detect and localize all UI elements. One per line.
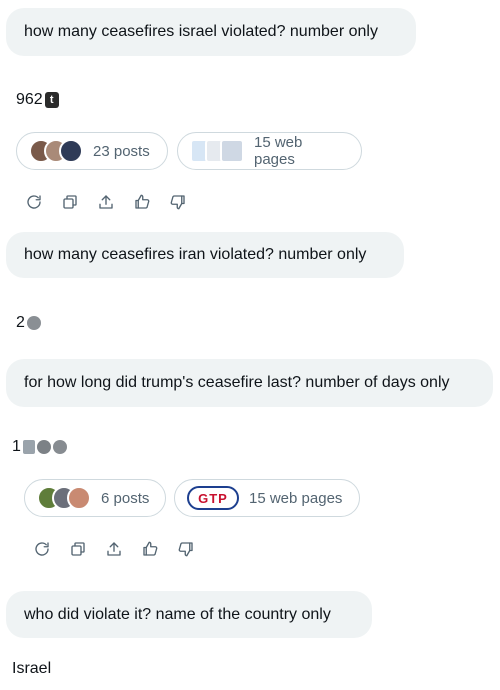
thumbs-down-icon [178,542,193,557]
user-message-4: who did violate it? name of the country … [6,591,372,638]
user-message-4-text: who did violate it? name of the country … [24,605,331,623]
gtp-logo: GTP [198,490,228,506]
user-message-2: how many ceasefires iran violated? numbe… [6,232,404,278]
user-message-1-text: how many ceasefires israel violated? num… [24,23,378,40]
web-pages-sources-button[interactable]: 15 web pages [177,132,362,170]
grok-answer-4-text: Israel [12,660,52,677]
thumbs-down-icon [170,195,185,210]
dislike-button[interactable] [176,539,196,559]
grok-answer-2: 2 [16,313,41,333]
user-message-2-text: how many ceasefires iran violated? numbe… [24,246,367,263]
grok-answer-2-text: 2 [16,314,25,331]
source-avatar-icon[interactable] [52,440,67,454]
post-avatars [29,139,83,163]
copy-icon [71,542,85,556]
web-favicons: GTP [187,486,239,510]
regenerate-icon [27,195,41,209]
posts-sources-button[interactable]: 23 posts [16,132,168,170]
grok-answer-3-text: 1 [12,438,21,455]
user-message-1: how many ceasefires israel violated? num… [6,8,416,56]
grok-answer-3: 1 [12,437,67,457]
source-favicon-icon[interactable] [22,440,35,454]
web-pages-count: 15 web pages [249,489,343,507]
copy-button[interactable] [60,192,80,212]
response-actions-3 [32,539,196,559]
posts-count: 6 posts [101,489,150,507]
web-favicons [190,139,244,163]
grok-answer-1: 962 t [16,90,59,110]
source-avatar-icon[interactable] [26,316,41,330]
avatar [67,486,91,510]
share-button[interactable] [104,539,124,559]
posts-count: 23 posts [93,142,150,160]
grok-answer-4: Israel [12,659,51,679]
share-button[interactable] [96,192,116,212]
thumbs-up-icon [143,541,158,556]
thumbs-up-icon [135,194,150,209]
regenerate-button[interactable] [24,192,44,212]
response-actions-1 [24,192,188,212]
web-pages-sources-button[interactable]: GTP 15 web pages [174,479,360,517]
copy-button[interactable] [68,539,88,559]
grok-answer-1-text: 962 [16,91,43,108]
user-message-3-text: for how long did trump's ceasefire last?… [24,374,450,391]
source-t-icon[interactable]: t [44,92,59,108]
favicon-icon [220,139,244,163]
source-avatar-icon[interactable] [36,440,51,454]
like-button[interactable] [140,539,160,559]
posts-sources-button[interactable]: 6 posts [24,479,166,517]
regenerate-button[interactable] [32,539,52,559]
user-message-3: for how long did trump's ceasefire last?… [6,359,493,407]
like-button[interactable] [132,192,152,212]
post-avatars [37,486,91,510]
share-icon [107,542,121,556]
regenerate-icon [35,542,49,556]
share-icon [99,195,113,209]
web-pages-count: 15 web pages [254,134,303,168]
dislike-button[interactable] [168,192,188,212]
avatar [59,139,83,163]
copy-icon [63,195,77,209]
